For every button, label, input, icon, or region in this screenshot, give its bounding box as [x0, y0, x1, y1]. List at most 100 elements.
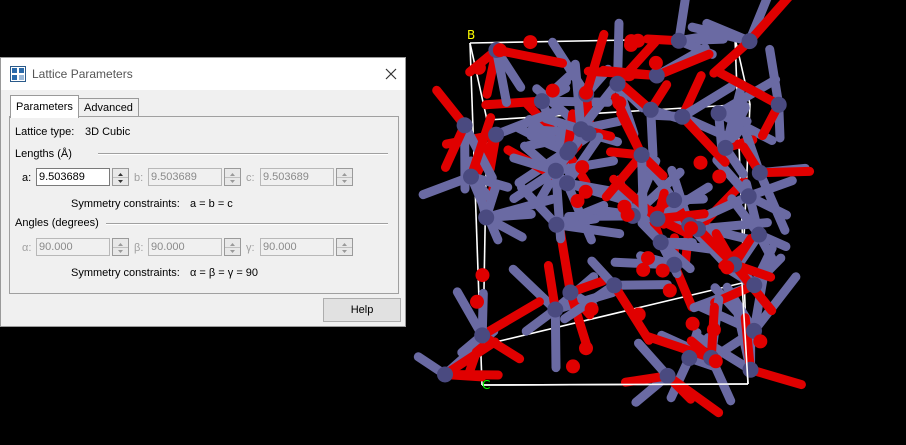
angle-constraints-value: α = β = γ = 90: [190, 267, 258, 279]
length-c-spinner: [336, 168, 353, 186]
length-a-label: a:: [22, 172, 31, 184]
metal-atom: [573, 121, 589, 137]
tab-advanced[interactable]: Advanced: [78, 98, 139, 117]
oxygen-atom: [686, 317, 700, 331]
oxygen-atom: [523, 35, 537, 49]
angle-alpha-spinner: [112, 238, 129, 256]
lengths-divider: [98, 153, 388, 155]
angle-beta-field: [148, 238, 222, 256]
angle-beta-spinner: [224, 238, 241, 256]
oxygen-atom: [622, 67, 636, 81]
oxygen-atom: [585, 302, 599, 316]
metal-atom: [643, 102, 659, 118]
lengths-heading: Lengths (Å): [15, 148, 72, 160]
angle-alpha-label: α:: [22, 242, 31, 254]
oxygen-atom: [546, 84, 560, 98]
metal-atom: [771, 97, 787, 113]
metal-atom: [743, 362, 759, 378]
unit-cell-edge: [482, 384, 748, 385]
angle-constraints-label: Symmetry constraints:: [71, 267, 180, 279]
metal-atom: [746, 277, 762, 293]
angle-beta-label: β:: [134, 242, 143, 254]
metal-atom: [653, 234, 669, 250]
angles-divider: [106, 223, 388, 225]
metal-atom: [742, 33, 758, 49]
spin-down-icon: [225, 177, 240, 185]
oxygen-atom: [631, 34, 645, 48]
close-button[interactable]: [378, 63, 404, 85]
metal-atom: [547, 302, 563, 318]
oxygen-atom: [707, 323, 721, 337]
metal-atom: [478, 210, 494, 226]
metal-atom: [634, 147, 650, 163]
metal-atom: [559, 145, 575, 161]
help-button[interactable]: Help: [323, 298, 401, 322]
metal-atom: [649, 68, 665, 84]
metal-bond: [642, 155, 644, 213]
length-constraints-value: a = b = c: [190, 198, 233, 210]
lattice-type-label: Lattice type:: [15, 126, 74, 138]
spin-down-icon: [337, 177, 352, 185]
length-constraints-label: Symmetry constraints:: [71, 198, 180, 210]
oxygen-atom: [684, 221, 698, 235]
metal-atom: [718, 140, 734, 156]
length-c-field: [260, 168, 334, 186]
oxygen-atom: [612, 96, 626, 110]
metal-atom: [457, 117, 473, 133]
oxygen-atom: [575, 160, 589, 174]
oxygen-atom: [493, 43, 507, 57]
oxygen-atom: [470, 295, 484, 309]
oxygen-atom: [621, 208, 635, 222]
dialog-titlebar[interactable]: Lattice Parameters: [1, 58, 405, 90]
metal-atom: [606, 277, 622, 293]
length-c-label: c:: [246, 172, 255, 184]
length-b-field: [148, 168, 222, 186]
oxygen-atom: [656, 264, 670, 278]
metal-atom: [548, 163, 564, 179]
angle-gamma-label: γ:: [246, 242, 255, 254]
spin-down-icon[interactable]: [113, 177, 128, 185]
angle-gamma-spinner: [336, 238, 353, 256]
lattice-window-icon: [10, 66, 26, 82]
metal-atom: [671, 33, 687, 49]
oxygen-atom: [712, 170, 726, 184]
axis-label-b: B: [467, 28, 475, 42]
length-a-field[interactable]: [36, 168, 110, 186]
oxygen-atom: [472, 61, 486, 75]
metal-atom: [610, 76, 626, 92]
oxygen-atom: [632, 308, 646, 322]
metal-atom: [534, 93, 550, 109]
angle-alpha-field: [36, 238, 110, 256]
close-icon: [378, 63, 404, 85]
metal-atom: [666, 192, 682, 208]
metal-atom: [463, 169, 479, 185]
oxygen-atom: [694, 156, 708, 170]
oxygen-atom: [579, 86, 593, 100]
metal-atom: [751, 227, 767, 243]
oxygen-atom: [753, 334, 767, 348]
spin-down-icon: [113, 247, 128, 255]
length-a-spinner[interactable]: [112, 168, 129, 186]
metal-atom: [474, 327, 490, 343]
metal-atom: [752, 165, 768, 181]
oxygen-atom: [566, 359, 580, 373]
metal-atom: [562, 285, 578, 301]
oxygen-atom: [720, 260, 734, 274]
metal-atom: [488, 127, 504, 143]
metal-atom: [437, 367, 453, 383]
oxygen-atom: [641, 251, 655, 265]
oxygen-atom: [663, 284, 677, 298]
metal-atom: [650, 211, 666, 227]
length-b-spinner: [224, 168, 241, 186]
angles-heading: Angles (degrees): [15, 217, 99, 229]
metal-bond: [555, 310, 556, 368]
spin-down-icon: [337, 247, 352, 255]
oxygen-atom: [476, 268, 490, 282]
length-b-label: b:: [134, 172, 143, 184]
spin-down-icon: [225, 247, 240, 255]
metal-atom: [681, 350, 697, 366]
axis-label-c: C: [482, 378, 490, 392]
parameters-panel: Lattice type: 3D Cubic Lengths (Å) a: b:…: [9, 116, 399, 294]
dialog-title: Lattice Parameters: [32, 67, 133, 81]
tab-parameters[interactable]: Parameters: [10, 95, 79, 118]
